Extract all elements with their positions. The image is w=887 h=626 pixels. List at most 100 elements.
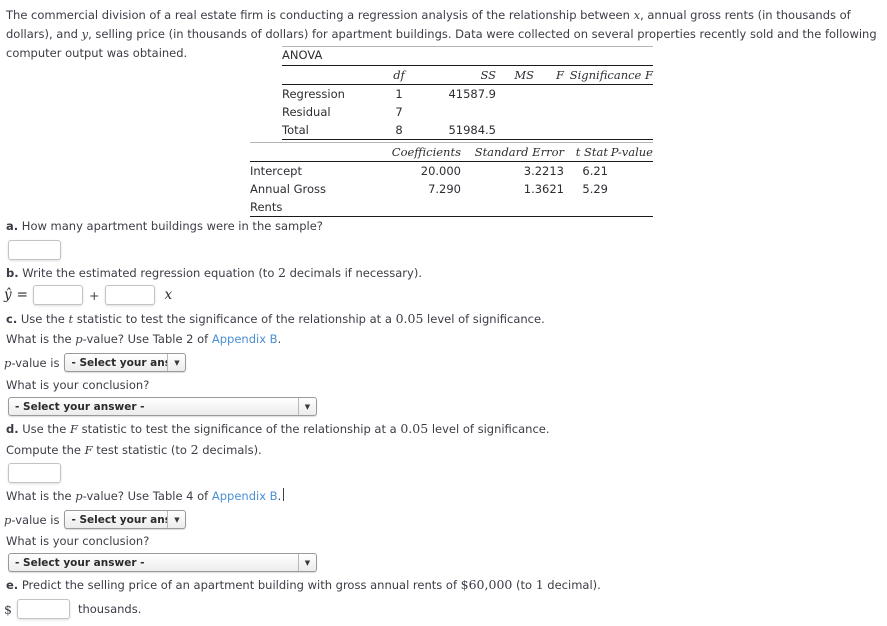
coefficients-header-row: Coefficients Standard Error t Stat P-val… — [250, 143, 653, 162]
plus-sign: + — [88, 287, 100, 303]
text-cursor: . — [277, 489, 282, 503]
anova-row-df: 1 — [395, 87, 403, 101]
regression-equation-row: ŷ = + x — [4, 284, 172, 306]
question-c-pvalue-prompt: What is the p-value? Use Table 2 of Appe… — [6, 332, 281, 346]
table-row: Intercept 20.000 3.2213 6.21 — [250, 162, 653, 181]
question-c-conclusion-select[interactable]: - Select your answer - ▼ — [8, 397, 317, 416]
coefficients-header-standard-error: Standard Error — [461, 143, 564, 162]
chevron-down-icon: ▼ — [298, 398, 316, 415]
pvalue-is-text: -value is — [11, 512, 60, 527]
coefficients-row-pvalue — [608, 162, 653, 181]
p-symbol: p — [75, 332, 83, 346]
question-c-body-after: level of significance. — [423, 312, 545, 326]
anova-header-blank — [282, 66, 378, 85]
question-d-pvalue-select[interactable]: - Select your answer - ▼ — [64, 510, 187, 529]
coefficients-header-p-value: P-value — [608, 143, 653, 162]
coefficients-header-coefficients: Coefficients — [354, 143, 461, 162]
question-d-pvalue-label: p-value is — [4, 513, 64, 527]
coefficients-header-t-stat: t Stat — [564, 143, 608, 162]
question-d-body-before: Use the — [22, 422, 70, 436]
anova-table: df SS MS F Significance F Regression 1 4… — [282, 66, 653, 140]
question-c-pvalue-row: p-value is - Select your answer - ▼ — [4, 353, 187, 372]
coefficients-row-coef: 7.290 — [428, 182, 461, 196]
question-c-text: c. Use the t statistic to test the signi… — [6, 311, 545, 326]
question-a-marker: a. — [6, 219, 19, 233]
question-d-conclusion-prompt: What is your conclusion? — [6, 534, 150, 548]
anova-row-ms — [496, 85, 534, 104]
coefficients-row-se — [461, 198, 564, 217]
anova-header-f: F — [534, 66, 564, 85]
anova-row-f — [534, 103, 564, 121]
question-d-conclusion-row: - Select your answer - ▼ — [8, 553, 317, 572]
question-b-body-before: Write the estimated regression equation … — [22, 266, 279, 280]
question-a-text: a. How many apartment buildings were in … — [6, 219, 323, 233]
question-e-body-before: Predict the selling price of an apartmen… — [21, 578, 461, 592]
coefficients-row-tstat: 6.21 — [582, 164, 608, 178]
question-d-fstat-input[interactable] — [8, 463, 61, 483]
question-b-marker: b. — [6, 266, 19, 280]
dollar-sign-label: $ — [4, 601, 12, 617]
question-a-body: How many apartment buildings were in the… — [21, 219, 323, 233]
table-row: Total 8 51984.5 — [282, 121, 653, 140]
coefficients-row-se: 1.3621 — [523, 182, 564, 196]
anova-row-f — [534, 121, 564, 140]
question-c-period: . — [277, 332, 282, 346]
question-e-answer-row: $ thousands. — [4, 598, 141, 620]
problem-intro-part1: The commercial division of a real estate… — [6, 8, 634, 22]
appendix-b-link[interactable]: Appendix B — [212, 489, 278, 503]
question-d-pvalue-prompt: What is the p-value? Use Table 4 of Appe… — [6, 489, 281, 503]
variable-x-label: x — [164, 287, 173, 303]
anova-row-df: 7 — [395, 105, 403, 119]
anova-row-f — [534, 85, 564, 104]
regression-slope-input[interactable] — [105, 285, 156, 305]
question-e-decimals: 1 — [535, 577, 544, 592]
f-statistic-symbol: F — [69, 422, 78, 436]
question-c-pvalue-select[interactable]: - Select your answer - ▼ — [64, 353, 187, 372]
question-c-marker: c. — [6, 312, 18, 326]
question-c-alpha: 0.05 — [395, 311, 424, 326]
question-b-decimals: 2 — [278, 265, 286, 280]
coefficients-row-tstat: 5.29 — [582, 182, 608, 196]
question-d-compute-after: decimals). — [198, 443, 262, 457]
f-statistic-symbol: F — [84, 443, 93, 457]
chevron-down-icon: ▼ — [167, 354, 185, 371]
coefficients-table-container: Coefficients Standard Error t Stat P-val… — [250, 142, 653, 217]
anova-title: ANOVA — [282, 47, 653, 66]
equals-sign: = — [16, 287, 28, 303]
appendix-b-link[interactable]: Appendix B — [212, 332, 278, 346]
anova-row-ss: 51984.5 — [420, 121, 496, 140]
anova-row-label: Regression — [282, 87, 345, 101]
question-c-pvalue-prompt-before: What is the — [6, 332, 76, 346]
anova-row-sig — [564, 85, 653, 104]
table-row: Residual 7 — [282, 103, 653, 121]
y-hat-symbol: ŷ — [4, 287, 12, 303]
question-d-pvalue-prompt-after: -value? Use Table 4 of — [82, 489, 212, 503]
question-d-compute-decimals: 2 — [190, 442, 199, 457]
question-c-conclusion-row: - Select your answer - ▼ — [8, 397, 317, 416]
anova-row-label: Total — [282, 121, 378, 140]
question-e-answer-input[interactable] — [16, 599, 70, 619]
anova-row-sig — [564, 103, 653, 121]
question-e-text: e. Predict the selling price of an apart… — [6, 577, 601, 592]
question-d-marker: d. — [6, 422, 19, 436]
coefficients-row-label: Rents — [250, 198, 354, 217]
table-row: Annual Gross 7.290 1.3621 5.29 — [250, 180, 653, 198]
question-c-pvalue-prompt-after: -value? Use Table 2 of — [82, 332, 212, 346]
question-d-compute-before: Compute the — [6, 443, 85, 457]
question-e-marker: e. — [6, 578, 19, 592]
coefficients-row-tstat — [564, 198, 608, 217]
anova-row-ms — [496, 103, 534, 121]
anova-row-ss: 41587.9 — [448, 87, 496, 101]
regression-intercept-input[interactable] — [32, 285, 83, 305]
chevron-down-icon: ▼ — [298, 554, 316, 571]
pvalue-is-text: -value is — [11, 355, 60, 370]
question-c-pvalue-label: p-value is — [4, 356, 64, 370]
coefficients-row-coef: 20.000 — [420, 164, 461, 178]
question-d-body-mid: statistic to test the significance of th… — [77, 422, 401, 436]
question-d-conclusion-select[interactable]: - Select your answer - ▼ — [8, 553, 317, 572]
question-e-units-label: thousands. — [77, 602, 142, 616]
worksheet-page: The commercial division of a real estate… — [0, 0, 887, 626]
question-a-answer-input[interactable] — [8, 240, 61, 260]
question-d-pvalue-prompt-before: What is the — [6, 489, 76, 503]
anova-header-ss: SS — [420, 66, 496, 85]
